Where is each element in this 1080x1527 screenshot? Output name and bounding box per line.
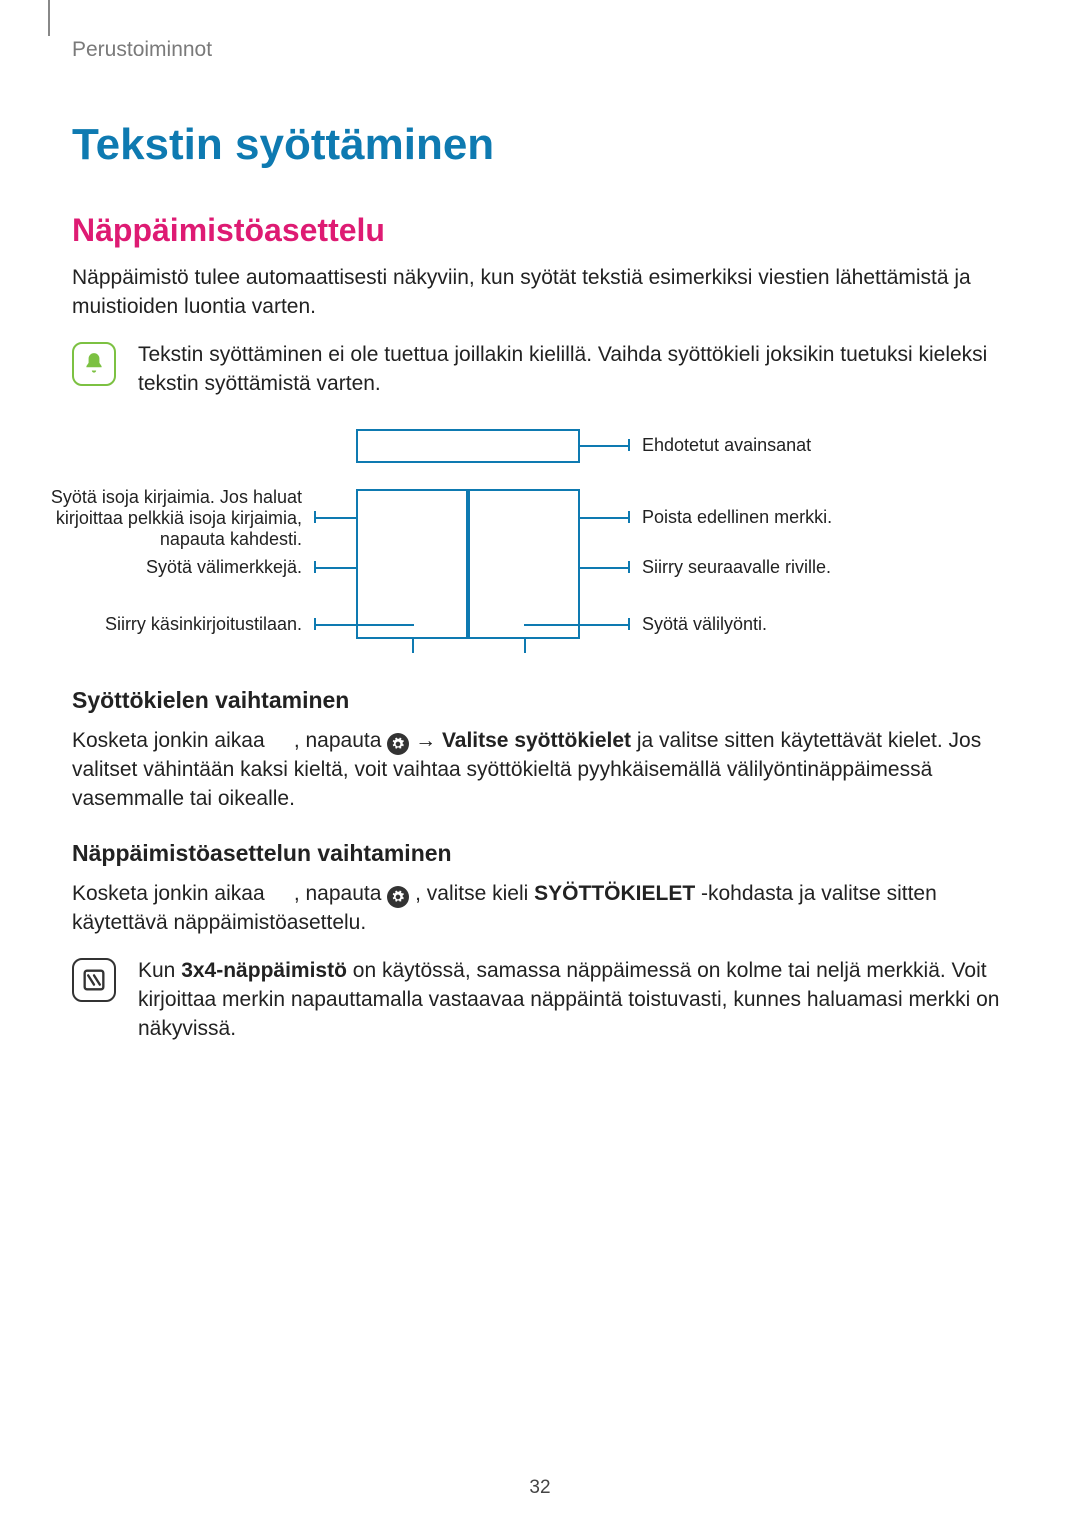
diagram-label-delete: Poista edellinen merkki.	[642, 507, 832, 528]
arrow-text: →	[415, 729, 442, 752]
note-text: Tekstin syöttäminen ei ole tuettua joill…	[138, 340, 1008, 399]
text-fragment: Kun	[138, 959, 181, 982]
bell-icon	[72, 342, 116, 386]
diagram-label-space: Syötä välilyönti.	[642, 614, 767, 635]
diagram-label-handwrite: Siirry käsinkirjoitustilaan.	[105, 614, 302, 635]
diagram-tick	[314, 618, 316, 630]
note-block: Tekstin syöttäminen ei ole tuettua joill…	[72, 340, 1008, 399]
diagram-label-symbols: Syötä välimerkkejä.	[146, 557, 302, 578]
subsection-heading: Syöttökielen vaihtaminen	[72, 687, 1008, 714]
page-title: Tekstin syöttäminen	[72, 120, 1008, 170]
diagram-connector	[580, 517, 628, 519]
note-text: Kun 3x4-näppäimistö on käytössä, samassa…	[138, 956, 1008, 1044]
text-fragment: Kosketa jonkin aikaa	[72, 882, 270, 905]
settings-icon	[387, 733, 409, 755]
diagram-tick	[314, 561, 316, 573]
keyboard-diagram: Ehdotetut avainsanat Poista edellinen me…	[72, 429, 1008, 659]
diagram-connector	[524, 639, 526, 653]
diagram-connector	[316, 517, 356, 519]
diagram-connector	[580, 445, 628, 447]
diagram-suggestion-bar	[356, 429, 580, 463]
diagram-tick	[628, 561, 630, 573]
diagram-connector	[316, 567, 356, 569]
note-block: Kun 3x4-näppäimistö on käytössä, samassa…	[72, 956, 1008, 1044]
diagram-tick	[628, 511, 630, 523]
page-number: 32	[0, 1477, 1080, 1499]
diagram-connector	[412, 639, 414, 653]
settings-icon	[387, 886, 409, 908]
diagram-tick	[628, 618, 630, 630]
page-content: Perustoiminnot Tekstin syöttäminen Näppä…	[0, 0, 1080, 1044]
diagram-label-caps: Syötä isoja kirjaimia. Jos haluat kirjoi…	[2, 487, 302, 550]
text-fragment: , napauta	[294, 729, 387, 752]
bold-label: Valitse syöttökielet	[442, 729, 631, 752]
diagram-keyboard-left	[356, 489, 468, 639]
body-paragraph: Kosketa jonkin aikaa , napauta → Valitse…	[72, 726, 1008, 814]
diagram-tick	[628, 439, 630, 451]
section-heading: Näppäimistöasettelu	[72, 212, 1008, 249]
diagram-keyboard-right	[468, 489, 580, 639]
subsection-heading: Näppäimistöasettelun vaihtaminen	[72, 840, 1008, 867]
diagram-connector	[524, 624, 628, 626]
text-fragment: Kosketa jonkin aikaa	[72, 729, 270, 752]
placeholder-icon	[270, 882, 288, 905]
text-fragment: , valitse kieli	[415, 882, 534, 905]
diagram-connector	[316, 624, 414, 626]
bold-label: SYÖTTÖKIELET	[534, 882, 695, 905]
diagram-label-newline: Siirry seuraavalle riville.	[642, 557, 831, 578]
text-fragment: , napauta	[294, 882, 387, 905]
placeholder-icon	[270, 729, 288, 752]
bold-label: 3x4-näppäimistö	[181, 959, 347, 982]
memo-icon	[72, 958, 116, 1002]
breadcrumb: Perustoiminnot	[72, 38, 1008, 62]
diagram-label-suggest: Ehdotetut avainsanat	[642, 435, 811, 456]
diagram-connector	[580, 567, 628, 569]
diagram-tick	[314, 511, 316, 523]
body-paragraph: Kosketa jonkin aikaa , napauta , valitse…	[72, 879, 1008, 938]
intro-paragraph: Näppäimistö tulee automaattisesti näkyvi…	[72, 263, 1008, 322]
